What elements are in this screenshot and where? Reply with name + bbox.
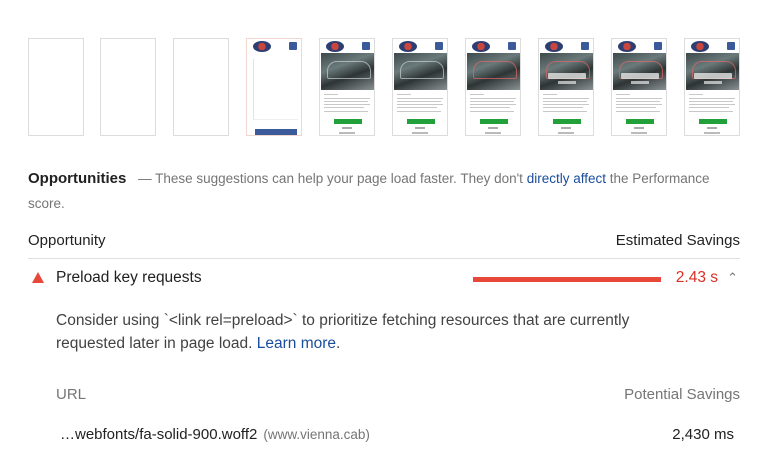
opportunity-column-header: Opportunity Estimated Savings	[28, 230, 740, 259]
resource-url[interactable]: …webfonts/fa-solid-900.woff2 (www.vienna.…	[60, 426, 370, 443]
learn-more-link[interactable]: Learn more	[257, 335, 336, 352]
menu-icon	[727, 42, 735, 50]
site-logo-icon	[691, 41, 709, 52]
savings-bar	[473, 277, 661, 282]
opportunities-header: Opportunities — These suggestions can he…	[28, 166, 748, 216]
filmstrip-frame	[246, 38, 302, 136]
filmstrip-frame	[392, 38, 448, 136]
filmstrip-frame	[465, 38, 521, 136]
filmstrip-frame	[611, 38, 667, 136]
filmstrip-frame	[28, 38, 84, 136]
audit-description-text: Consider using `<link rel=preload>` to p…	[56, 312, 630, 352]
potential-savings-column-label: Potential Savings	[624, 386, 740, 403]
resource-host: (www.vienna.cab)	[263, 427, 370, 442]
chevron-up-icon[interactable]: ⌃	[727, 270, 738, 286]
opportunities-title: Opportunities	[28, 170, 127, 187]
filmstrip-frame	[100, 38, 156, 136]
filmstrip-frame	[684, 38, 740, 136]
site-logo-icon	[326, 41, 344, 52]
site-logo-icon	[545, 41, 563, 52]
site-logo-icon	[253, 41, 271, 52]
menu-icon	[581, 42, 589, 50]
resource-path: …webfonts/fa-solid-900.woff2	[60, 426, 258, 443]
resource-savings: 2,430 ms	[672, 426, 734, 443]
opportunity-column-label: Opportunity	[28, 232, 106, 249]
filmstrip	[28, 38, 740, 138]
audit-description: Consider using `<link rel=preload>` to p…	[56, 309, 696, 355]
url-column-label: URL	[56, 386, 87, 403]
menu-icon	[289, 42, 297, 50]
details-table-header: URL Potential Savings	[56, 386, 740, 403]
audit-savings: 2.43 s	[675, 269, 718, 286]
filmstrip-frame	[173, 38, 229, 136]
audit-title: Preload key requests	[56, 269, 202, 286]
estimated-savings-column-label: Estimated Savings	[615, 232, 740, 249]
filmstrip-frame	[319, 38, 375, 136]
audit-description-end: .	[336, 335, 341, 352]
site-logo-icon	[399, 41, 417, 52]
menu-icon	[508, 42, 516, 50]
opportunities-description: These suggestions can help your page loa…	[155, 171, 527, 186]
separator: —	[138, 171, 152, 186]
audit-preload-key-requests[interactable]: Preload key requests 2.43 s ⌃	[28, 266, 740, 294]
site-logo-icon	[472, 41, 490, 52]
warning-triangle-icon	[32, 272, 44, 283]
menu-icon	[654, 42, 662, 50]
menu-icon	[435, 42, 443, 50]
filmstrip-frame	[538, 38, 594, 136]
directly-affect-link[interactable]: directly affect	[527, 171, 606, 186]
menu-icon	[362, 42, 370, 50]
site-logo-icon	[618, 41, 636, 52]
